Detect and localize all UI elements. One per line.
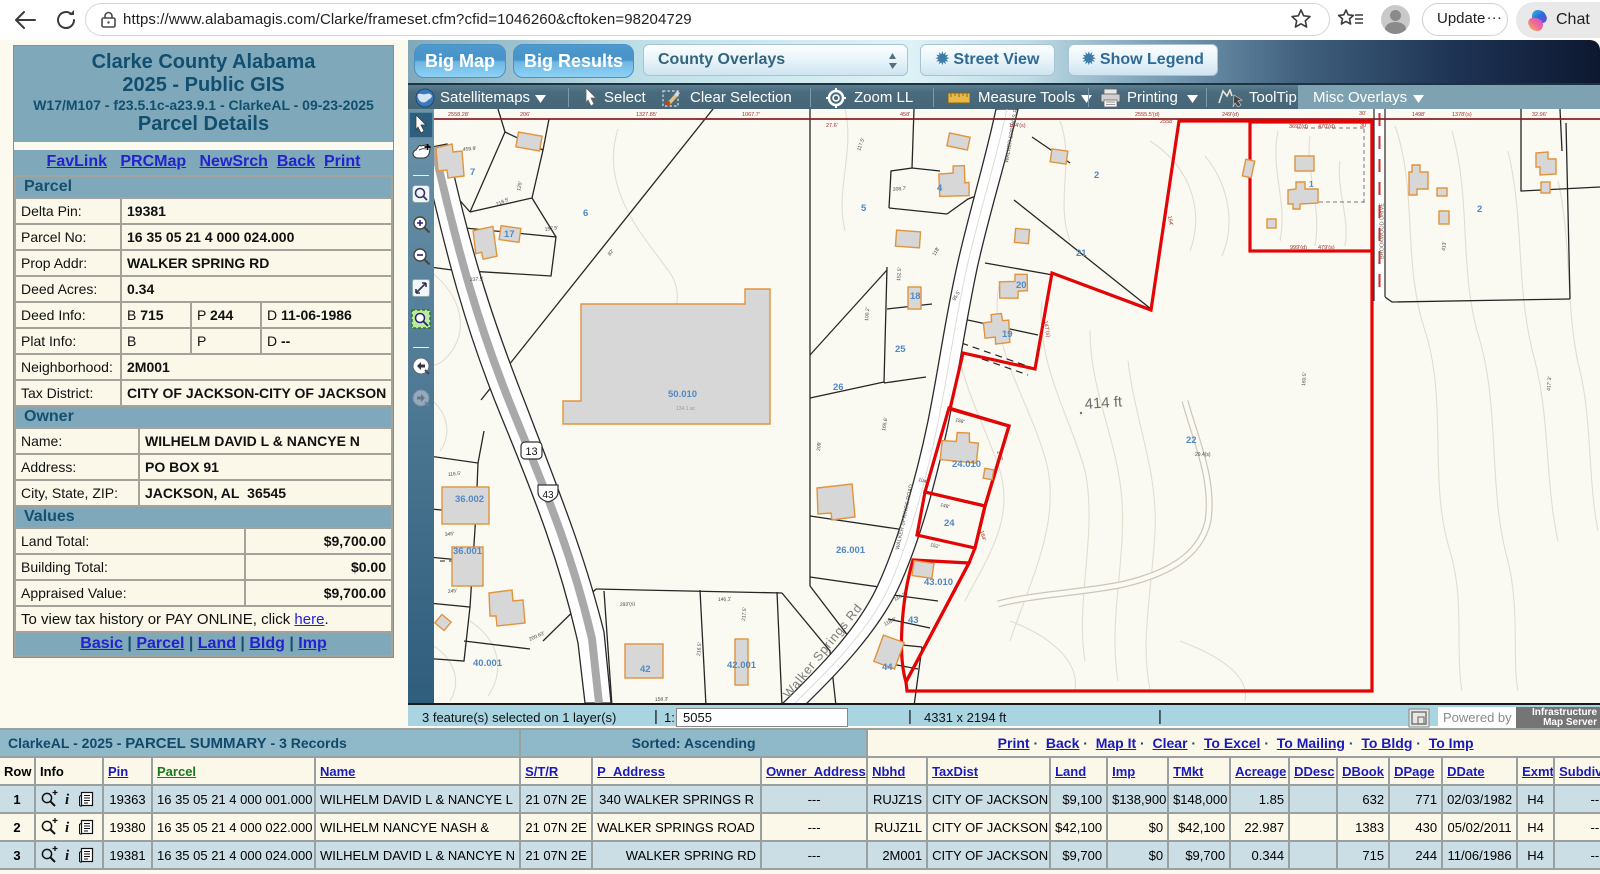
svg-text:50.010: 50.010 (668, 389, 697, 400)
svg-text:5: 5 (861, 203, 867, 214)
svg-text:32.96': 32.96' (1532, 112, 1547, 118)
svg-text:158.3': 158.3' (655, 696, 669, 703)
svg-text:209': 209' (816, 441, 823, 451)
svg-text:2558.28': 2558.28' (448, 112, 469, 118)
svg-text:1: 1 (1309, 180, 1314, 189)
svg-text:217.5': 217.5' (741, 607, 748, 621)
svg-text:206': 206' (520, 112, 530, 118)
svg-text:21: 21 (1076, 248, 1087, 259)
svg-text:30': 30' (1359, 111, 1366, 117)
svg-text:152.5': 152.5' (896, 267, 903, 281)
svg-text:417'.3': 417'.3' (1546, 376, 1553, 391)
svg-text:26.001: 26.001 (836, 545, 866, 556)
svg-text:20: 20 (1016, 280, 1027, 291)
svg-text:BROOKWOOD DRIVE: BROOKWOOD DRIVE (1380, 203, 1386, 259)
svg-text:18: 18 (910, 291, 921, 302)
svg-text:470'(d): 470'(d) (1318, 124, 1335, 130)
svg-text:999'(d): 999'(d) (1290, 245, 1307, 251)
svg-text:160.5': 160.5' (1301, 372, 1308, 386)
svg-text:2558': 2558' (1160, 119, 1173, 125)
svg-text:i: i (65, 820, 70, 836)
svg-text:116.5': 116.5' (448, 471, 462, 478)
svg-text:459.9': 459.9' (463, 146, 477, 153)
svg-text:27.6': 27.6' (826, 123, 838, 129)
svg-text:22: 22 (1186, 435, 1197, 446)
svg-text:414 ft: 414 ft (1084, 393, 1123, 413)
svg-text:4: 4 (937, 183, 943, 194)
svg-text:1327.85': 1327.85' (636, 112, 657, 118)
svg-text:19: 19 (1002, 329, 1013, 340)
svg-text:293'(s): 293'(s) (620, 601, 636, 608)
svg-text:42.001: 42.001 (727, 660, 757, 671)
svg-text:43: 43 (908, 615, 919, 626)
svg-text:1498': 1498' (1412, 112, 1425, 118)
svg-text:2: 2 (1477, 204, 1482, 215)
svg-text:6: 6 (583, 208, 588, 219)
svg-text:216.5': 216.5' (696, 642, 703, 656)
svg-text:36.002: 36.002 (455, 494, 484, 505)
svg-text:43.010: 43.010 (924, 577, 953, 588)
svg-text:458': 458' (900, 112, 910, 118)
svg-text:479'(s): 479'(s) (1318, 245, 1335, 251)
svg-text:245': 245' (448, 588, 458, 595)
svg-text:7: 7 (470, 167, 475, 178)
svg-text:17: 17 (504, 229, 515, 240)
svg-text:164'(s): 164'(s) (1009, 123, 1026, 129)
svg-text:1378'(s): 1378'(s) (1452, 112, 1472, 118)
svg-text:208.7': 208.7' (893, 186, 907, 193)
svg-text:i: i (65, 792, 70, 808)
svg-text:25: 25 (895, 344, 906, 355)
svg-text:24: 24 (944, 518, 955, 529)
svg-text:1067.7': 1067.7' (742, 112, 760, 118)
svg-text:42: 42 (640, 664, 651, 675)
svg-text:249'(d): 249'(d) (1222, 112, 1239, 118)
svg-text:146.1': 146.1' (718, 596, 732, 603)
svg-text:i: i (65, 848, 70, 864)
svg-text:2: 2 (1094, 170, 1099, 181)
svg-text:40.001: 40.001 (473, 658, 503, 669)
svg-text:2555.5'(d): 2555.5'(d) (1135, 112, 1160, 118)
svg-text:43: 43 (542, 490, 554, 501)
svg-text:134.1 ac: 134.1 ac (676, 406, 696, 412)
svg-text:413': 413' (1441, 241, 1448, 251)
svg-text:24.010: 24.010 (952, 459, 981, 470)
svg-text:345': 345' (445, 531, 455, 538)
svg-text:30': 30' (1360, 123, 1367, 129)
svg-text:100.2': 100.2' (864, 307, 871, 321)
svg-text:13: 13 (525, 446, 537, 458)
svg-text:36.001: 36.001 (453, 546, 483, 557)
svg-text:26: 26 (833, 382, 844, 393)
svg-text:237.5': 237.5' (470, 276, 484, 283)
svg-text:3697(d): 3697(d) (1289, 124, 1308, 130)
svg-text:44: 44 (882, 662, 893, 673)
svg-text:29.4(s): 29.4(s) (1195, 452, 1211, 458)
